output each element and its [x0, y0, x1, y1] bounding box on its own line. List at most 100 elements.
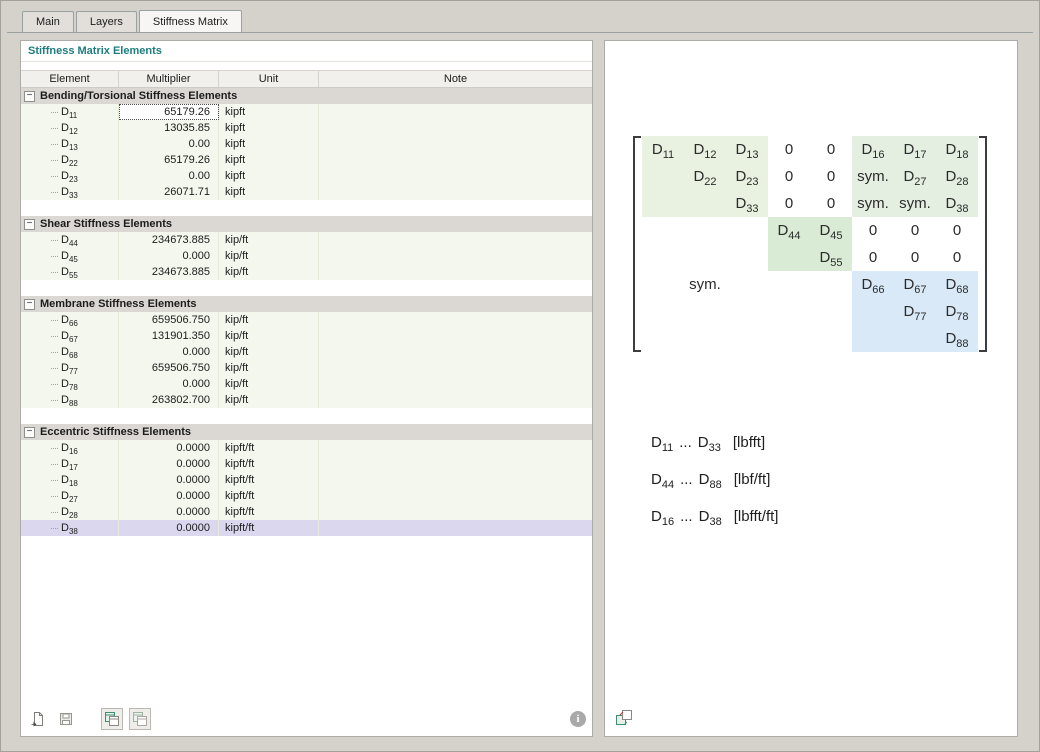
- element-cell: D78: [21, 376, 119, 392]
- note-cell[interactable]: [319, 264, 592, 280]
- multiplier-cell[interactable]: 0.000: [119, 248, 219, 264]
- note-cell[interactable]: [319, 344, 592, 360]
- legend-unit: [lbf/ft]: [734, 471, 771, 488]
- unit-cell: kip/ft: [219, 312, 319, 328]
- tab-layers[interactable]: Layers: [76, 11, 137, 32]
- multiplier-cell[interactable]: 0.0000: [119, 520, 219, 536]
- paste-table-button[interactable]: [129, 708, 151, 730]
- table-row-d28[interactable]: D280.0000kipft/ft: [21, 504, 592, 520]
- multiplier-cell[interactable]: 0.00: [119, 168, 219, 184]
- multiplier-cell[interactable]: 26071.71: [119, 184, 219, 200]
- multiplier-cell[interactable]: 13035.85: [119, 120, 219, 136]
- note-cell[interactable]: [319, 376, 592, 392]
- stiffness-matrix-elements-panel: Stiffness Matrix Elements Element Multip…: [20, 40, 593, 737]
- element-symbol: D17: [903, 141, 926, 158]
- note-cell[interactable]: [319, 120, 592, 136]
- sync-matrix-button[interactable]: [613, 707, 635, 729]
- element-symbol: D45: [61, 250, 78, 262]
- multiplier-cell[interactable]: 0.0000: [119, 456, 219, 472]
- table-row-d55[interactable]: D55234673.885kip/ft: [21, 264, 592, 280]
- table-row-d77[interactable]: D77659506.750kip/ft: [21, 360, 592, 376]
- table-row-d12[interactable]: D1213035.85kipft: [21, 120, 592, 136]
- matrix-cell: [810, 271, 852, 298]
- table-row-d68[interactable]: D680.000kip/ft: [21, 344, 592, 360]
- note-cell[interactable]: [319, 360, 592, 376]
- group-header-row[interactable]: −Eccentric Stiffness Elements: [21, 424, 592, 440]
- note-cell[interactable]: [319, 456, 592, 472]
- table-row-d23[interactable]: D230.00kipft: [21, 168, 592, 184]
- table-row-d22[interactable]: D2265179.26kipft: [21, 152, 592, 168]
- table-row-d88[interactable]: D88263802.700kip/ft: [21, 392, 592, 408]
- note-cell[interactable]: [319, 440, 592, 456]
- matrix-cell: [768, 325, 810, 352]
- legend-line-eccentric: D16...D38[lbfft/ft]: [651, 508, 778, 525]
- element-symbol: D55: [61, 266, 78, 278]
- tab-main[interactable]: Main: [22, 11, 74, 32]
- multiplier-cell[interactable]: 0.0000: [119, 440, 219, 456]
- multiplier-cell[interactable]: 0.0000: [119, 488, 219, 504]
- element-symbol: D38: [61, 522, 78, 534]
- note-cell[interactable]: [319, 504, 592, 520]
- column-header-unit[interactable]: Unit: [219, 71, 319, 87]
- table-row-d66[interactable]: D66659506.750kip/ft: [21, 312, 592, 328]
- info-button[interactable]: i: [570, 711, 586, 727]
- table-row-d78[interactable]: D780.000kip/ft: [21, 376, 592, 392]
- multiplier-cell[interactable]: 659506.750: [119, 312, 219, 328]
- column-header-element[interactable]: Element: [21, 71, 119, 87]
- note-cell[interactable]: [319, 184, 592, 200]
- multiplier-cell[interactable]: 0.00: [119, 136, 219, 152]
- note-cell[interactable]: [319, 104, 592, 120]
- multiplier-cell[interactable]: 0.0000: [119, 472, 219, 488]
- table-row-d16[interactable]: D160.0000kipft/ft: [21, 440, 592, 456]
- group-label: Bending/Torsional Stiffness Elements: [40, 90, 237, 102]
- multiplier-cell[interactable]: 0.0000: [119, 504, 219, 520]
- save-file-button[interactable]: [55, 708, 77, 730]
- note-cell[interactable]: [319, 136, 592, 152]
- multiplier-cell[interactable]: 131901.350: [119, 328, 219, 344]
- column-header-multiplier[interactable]: Multiplier: [119, 71, 219, 87]
- collapse-icon[interactable]: −: [24, 219, 35, 230]
- multiplier-cell[interactable]: 65179.26: [119, 104, 219, 120]
- note-cell[interactable]: [319, 152, 592, 168]
- collapse-icon[interactable]: −: [24, 299, 35, 310]
- note-cell[interactable]: [319, 232, 592, 248]
- multiplier-cell[interactable]: 659506.750: [119, 360, 219, 376]
- table-row-d67[interactable]: D67131901.350kip/ft: [21, 328, 592, 344]
- multiplier-cell[interactable]: 234673.885: [119, 264, 219, 280]
- copy-table-button[interactable]: [101, 708, 123, 730]
- note-cell[interactable]: [319, 472, 592, 488]
- note-cell[interactable]: [319, 312, 592, 328]
- table-row-d45[interactable]: D450.000kip/ft: [21, 248, 592, 264]
- table-row-d38[interactable]: D380.0000kipft/ft: [21, 520, 592, 536]
- table-body: −Bending/Torsional Stiffness ElementsD11…: [21, 88, 592, 536]
- element-symbol: D13: [735, 141, 758, 158]
- multiplier-cell[interactable]: 234673.885: [119, 232, 219, 248]
- note-cell[interactable]: [319, 392, 592, 408]
- open-file-button[interactable]: [27, 708, 49, 730]
- element-cell: D11: [21, 104, 119, 120]
- table-row-d17[interactable]: D170.0000kipft/ft: [21, 456, 592, 472]
- multiplier-cell[interactable]: 0.000: [119, 376, 219, 392]
- table-row-d11[interactable]: D1165179.26kipft: [21, 104, 592, 120]
- collapse-icon[interactable]: −: [24, 91, 35, 102]
- table-row-d27[interactable]: D270.0000kipft/ft: [21, 488, 592, 504]
- note-cell[interactable]: [319, 520, 592, 536]
- collapse-icon[interactable]: −: [24, 427, 35, 438]
- table-row-d18[interactable]: D180.0000kipft/ft: [21, 472, 592, 488]
- note-cell[interactable]: [319, 488, 592, 504]
- table-row-d33[interactable]: D3326071.71kipft: [21, 184, 592, 200]
- unit-cell: kipft: [219, 104, 319, 120]
- note-cell[interactable]: [319, 328, 592, 344]
- note-cell[interactable]: [319, 168, 592, 184]
- group-header-row[interactable]: −Bending/Torsional Stiffness Elements: [21, 88, 592, 104]
- tab-stiffness-matrix[interactable]: Stiffness Matrix: [139, 10, 242, 32]
- group-header-row[interactable]: −Shear Stiffness Elements: [21, 216, 592, 232]
- column-header-note[interactable]: Note: [319, 71, 592, 87]
- table-row-d13[interactable]: D130.00kipft: [21, 136, 592, 152]
- multiplier-cell[interactable]: 65179.26: [119, 152, 219, 168]
- table-row-d44[interactable]: D44234673.885kip/ft: [21, 232, 592, 248]
- note-cell[interactable]: [319, 248, 592, 264]
- group-header-row[interactable]: −Membrane Stiffness Elements: [21, 296, 592, 312]
- multiplier-cell[interactable]: 263802.700: [119, 392, 219, 408]
- multiplier-cell[interactable]: 0.000: [119, 344, 219, 360]
